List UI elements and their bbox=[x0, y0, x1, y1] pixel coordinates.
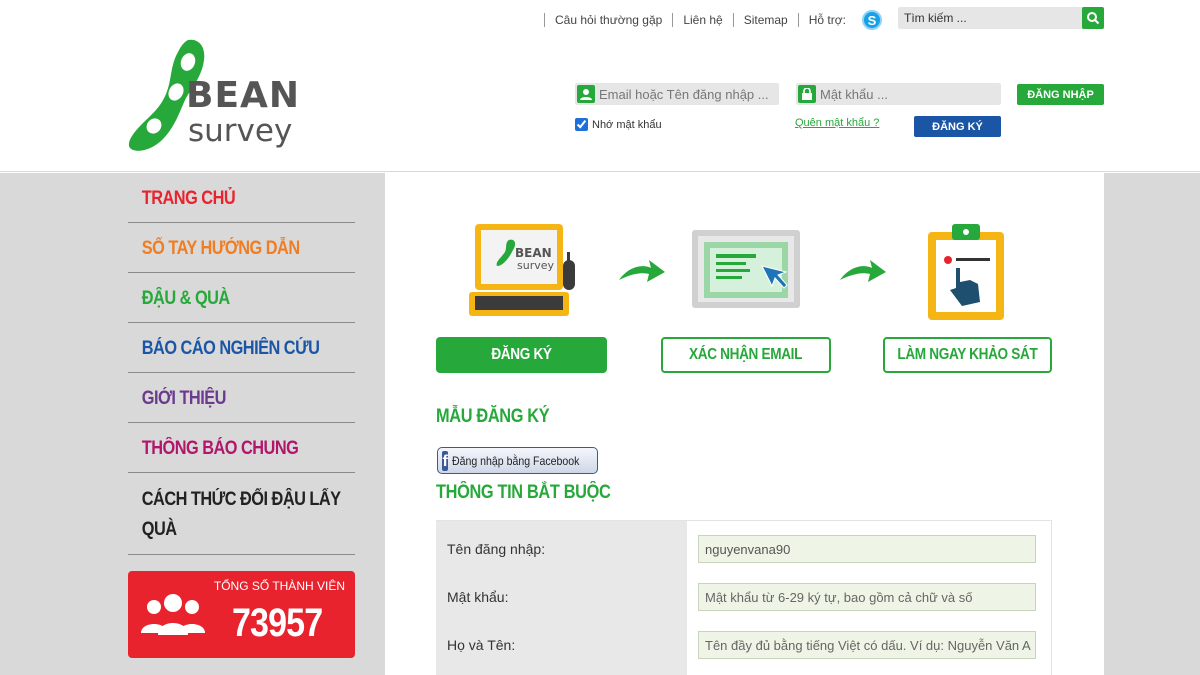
sidebar-item-beans-gifts[interactable]: ĐẬU & QUÀ bbox=[128, 273, 356, 323]
forgot-password-link[interactable]: Quên mật khẩu ? bbox=[795, 117, 879, 129]
user-icon bbox=[577, 85, 595, 103]
search-box bbox=[898, 7, 1104, 29]
arrow-right-icon bbox=[619, 260, 665, 282]
survey-clipboard-icon bbox=[928, 224, 1004, 320]
registration-form: Tên đăng nhập: Mật khẩu: Họ và Tên: bbox=[436, 520, 1052, 675]
nav-separator bbox=[544, 13, 545, 27]
email-input[interactable] bbox=[599, 83, 775, 105]
top-navigation: Câu hỏi thường gặp Liên hệ Sitemap Hỗ tr… bbox=[534, 10, 882, 30]
nav-separator bbox=[672, 13, 674, 27]
register-button[interactable]: ĐĂNG KÝ bbox=[914, 116, 1001, 137]
site-header: Câu hỏi thường gặp Liên hệ Sitemap Hỗ tr… bbox=[0, 0, 1200, 172]
password-label: Mật khẩu: bbox=[447, 589, 509, 605]
step-register-button[interactable]: ĐĂNG KÝ bbox=[436, 337, 607, 373]
sidebar-item-guide[interactable]: SỔ TAY HƯỚNG DẪN bbox=[128, 223, 356, 273]
password-input[interactable] bbox=[820, 83, 997, 105]
step-do-survey-button[interactable]: LÀM NGAY KHẢO SÁT bbox=[883, 337, 1052, 373]
required-info-title: THÔNG TIN BẮT BUỘC bbox=[436, 482, 611, 503]
step-confirm-email-label: XÁC NHẬN EMAIL bbox=[689, 346, 803, 363]
sidebar-item-research-reports[interactable]: BÁO CÁO NGHIÊN CỨU bbox=[128, 323, 356, 373]
remember-password[interactable]: Nhớ mật khẩu bbox=[575, 118, 662, 131]
member-count-value: 73957 bbox=[232, 601, 323, 645]
form-row-password: Mật khẩu: bbox=[436, 571, 1052, 619]
sidebar-item-home[interactable]: TRANG CHỦ bbox=[128, 173, 356, 223]
bean-survey-logo[interactable]: BEAN survey bbox=[126, 36, 326, 156]
sidebar-item-redeem[interactable]: CÁCH THỨC ĐỔI ĐẬU LẤY QUÀ bbox=[128, 473, 356, 555]
search-icon bbox=[1087, 12, 1100, 25]
skype-icon[interactable]: S bbox=[861, 10, 882, 30]
support-label: Hỗ trợ: bbox=[808, 13, 846, 27]
facebook-login-label: Đăng nhập bằng Facebook bbox=[452, 453, 580, 468]
login-button[interactable]: ĐĂNG NHẬP bbox=[1017, 84, 1104, 105]
register-password-input[interactable] bbox=[698, 583, 1036, 611]
remember-checkbox[interactable] bbox=[575, 118, 588, 131]
fullname-label: Họ và Tên: bbox=[447, 637, 516, 653]
contact-link[interactable]: Liên hệ bbox=[683, 13, 722, 27]
step-register-label: ĐĂNG KÝ bbox=[491, 346, 552, 363]
nav-separator bbox=[797, 13, 799, 27]
lock-icon bbox=[798, 85, 816, 103]
registration-form-title: MẪU ĐĂNG KÝ bbox=[436, 406, 550, 427]
member-count-label: TỔNG SỐ THÀNH VIÊN bbox=[213, 579, 345, 593]
logo-text-bean: BEAN bbox=[186, 75, 301, 116]
member-count-box: TỔNG SỐ THÀNH VIÊN 73957 bbox=[128, 571, 355, 658]
sidebar-item-announcements[interactable]: THÔNG BÁO CHUNG bbox=[128, 423, 356, 473]
facebook-icon: f bbox=[442, 450, 449, 471]
remember-label: Nhớ mật khẩu bbox=[592, 118, 662, 131]
sidebar-item-about[interactable]: GIỚI THIỆU bbox=[128, 373, 356, 423]
email-confirm-icon bbox=[692, 230, 800, 308]
right-margin bbox=[1104, 173, 1200, 675]
sidebar-menu: TRANG CHỦ SỔ TAY HƯỚNG DẪN ĐẬU & QUÀ BÁO… bbox=[128, 173, 356, 555]
logo-text-survey: survey bbox=[188, 113, 293, 149]
username-input[interactable] bbox=[698, 535, 1036, 563]
form-row-username: Tên đăng nhập: bbox=[436, 523, 1052, 571]
search-input[interactable] bbox=[898, 7, 1081, 29]
password-field-wrapper bbox=[796, 83, 1001, 105]
facebook-login-button[interactable]: f Đăng nhập bằng Facebook bbox=[437, 447, 598, 474]
username-label: Tên đăng nhập: bbox=[447, 541, 546, 557]
users-group-icon bbox=[141, 594, 205, 635]
sitemap-link[interactable]: Sitemap bbox=[744, 13, 788, 27]
form-row-fullname: Họ và Tên: bbox=[436, 619, 1052, 667]
search-button[interactable] bbox=[1082, 7, 1104, 29]
step-confirm-email-button[interactable]: XÁC NHẬN EMAIL bbox=[661, 337, 831, 373]
monitor-logo-text-bean: BEAN bbox=[515, 246, 552, 260]
email-field-wrapper bbox=[575, 83, 779, 105]
monitor-logo-text-survey: survey bbox=[517, 259, 555, 272]
faq-link[interactable]: Câu hỏi thường gặp bbox=[555, 13, 662, 27]
step-do-survey-label: LÀM NGAY KHẢO SÁT bbox=[897, 346, 1038, 363]
nav-separator bbox=[732, 13, 734, 27]
fullname-input[interactable] bbox=[698, 631, 1036, 659]
computer-monitor-icon: BEAN survey bbox=[469, 224, 575, 316]
arrow-right-icon bbox=[840, 260, 886, 282]
